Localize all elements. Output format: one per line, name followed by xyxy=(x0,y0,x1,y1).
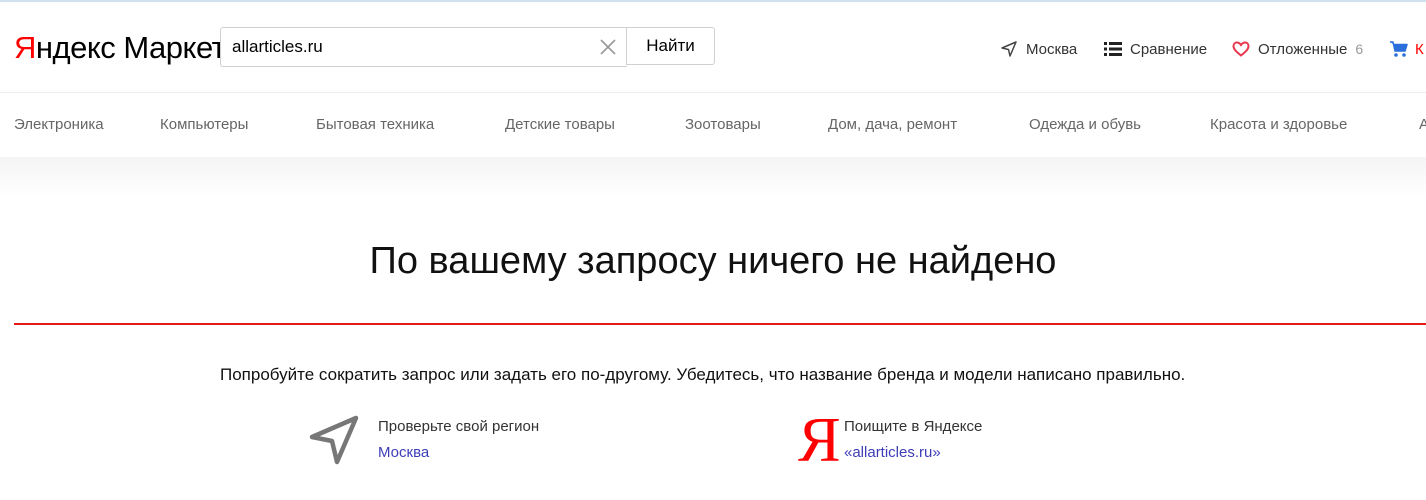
saved-label: Отложенные xyxy=(1258,40,1348,58)
nav-item-kids[interactable]: Детские товары xyxy=(505,93,615,157)
region-tip-title: Проверьте свой регион xyxy=(378,418,540,435)
yandex-tip-link[interactable]: «allarticles.ru» xyxy=(844,444,941,461)
location-arrow-icon xyxy=(309,415,359,465)
search-input[interactable] xyxy=(232,28,582,66)
search-hint: Попробуйте сократить запрос или задать е… xyxy=(220,365,1186,384)
yandex-logo: Я xyxy=(798,404,841,475)
close-icon[interactable] xyxy=(599,38,617,56)
compare-link[interactable]: Сравнение xyxy=(1104,37,1207,61)
compare-label: Сравнение xyxy=(1130,40,1208,58)
search-button[interactable]: Найти xyxy=(626,27,715,65)
nav-item-appliances[interactable]: Бытовая техника xyxy=(316,93,434,157)
search-box xyxy=(220,27,627,67)
category-nav: Электроника Компьютеры Бытовая техника Д… xyxy=(0,92,1426,158)
logo-ya: Я xyxy=(14,30,36,65)
saved-count: 6 xyxy=(1355,41,1364,57)
list-icon xyxy=(1104,42,1122,56)
cart-label: К xyxy=(1415,40,1424,58)
cart-link[interactable]: К xyxy=(1389,37,1424,61)
logo-ndeks: ндекс xyxy=(35,30,116,65)
nav-item-computers[interactable]: Компьютеры xyxy=(160,93,248,157)
region-tip-link[interactable]: Москва xyxy=(378,444,429,461)
nav-item-pets[interactable]: Зоотовары xyxy=(685,93,761,157)
saved-link[interactable]: Отложенные 6 xyxy=(1232,37,1363,61)
nav-item-beauty[interactable]: Красота и здоровье xyxy=(1210,93,1347,157)
region-selector[interactable]: Москва xyxy=(1000,37,1077,61)
nav-shadow xyxy=(0,157,1426,197)
yandex-tip-title: Поищите в Яндексе xyxy=(844,418,983,435)
location-arrow-icon xyxy=(1001,41,1017,57)
search-form: Найти xyxy=(220,27,717,67)
nav-item-more[interactable]: А xyxy=(1419,93,1426,157)
cart-icon xyxy=(1390,41,1408,57)
nav-item-clothes[interactable]: Одежда и обувь xyxy=(1029,93,1141,157)
region-label: Москва xyxy=(1026,40,1078,58)
nav-item-home[interactable]: Дом, дача, ремонт xyxy=(828,93,957,157)
nav-item-electronics[interactable]: Электроника xyxy=(14,93,104,157)
divider xyxy=(14,323,1426,325)
yandex-market-logo[interactable]: Яндекс Маркет xyxy=(14,30,226,66)
logo-market: Маркет xyxy=(123,30,226,65)
header: Яндекс Маркет Найти Москва Сравнение Отл… xyxy=(0,2,1426,92)
page-title: По вашему запросу ничего не найдено xyxy=(369,240,1057,282)
heart-icon xyxy=(1232,41,1250,57)
